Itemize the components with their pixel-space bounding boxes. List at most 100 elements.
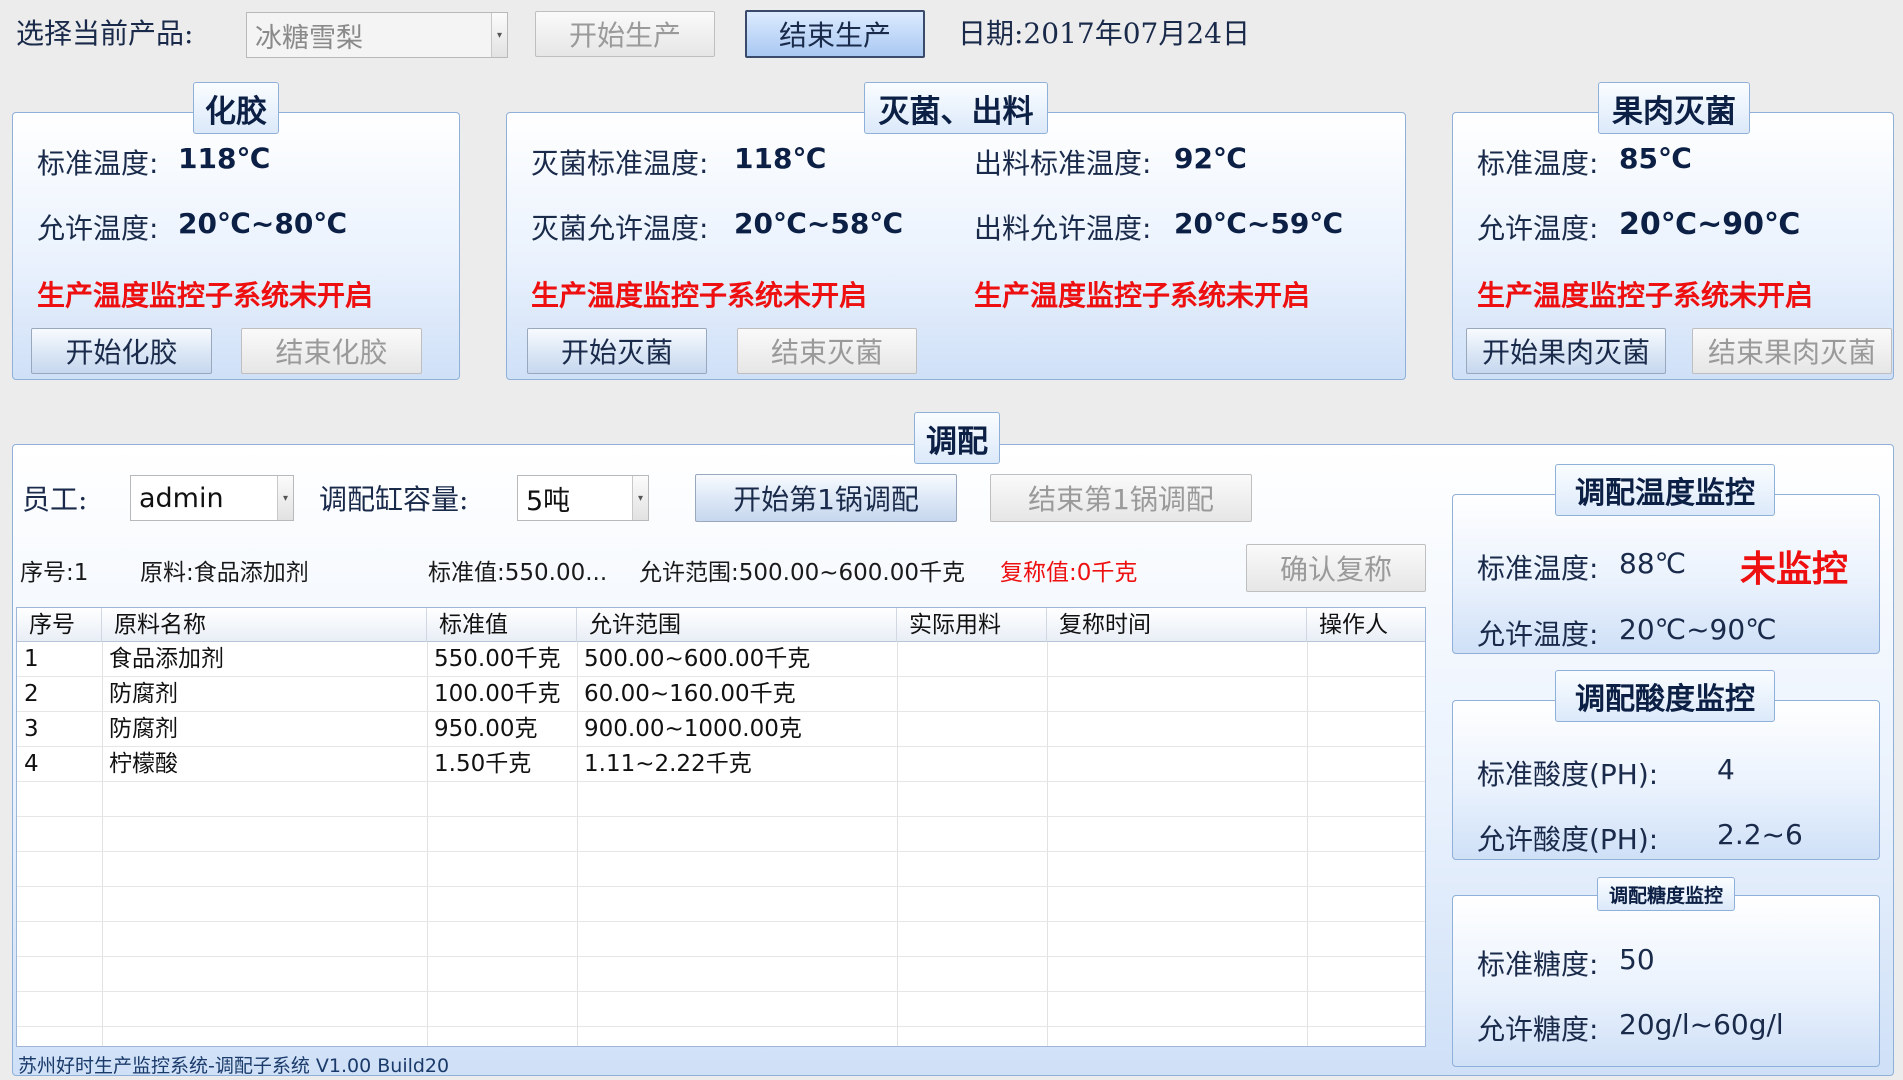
sterilize-allow-temp-label: 灭菌允许温度: xyxy=(531,212,709,245)
current-seq: 序号:1 xyxy=(20,560,89,586)
product-select[interactable]: 冰糖雪梨 ▾ xyxy=(246,12,508,58)
sterilize-allow-temp-value: 20℃~58℃ xyxy=(734,207,904,240)
table-header: 序号 原料名称 标准值 允许范围 实际用料 复称时间 操作人 xyxy=(17,608,1425,642)
table-row-empty xyxy=(17,782,1425,817)
material-table: 序号 原料名称 标准值 允许范围 实际用料 复称时间 操作人 1 食品添加剂 5… xyxy=(16,607,1426,1047)
chevron-down-icon[interactable]: ▾ xyxy=(632,476,648,520)
product-label: 选择当前产品: xyxy=(16,17,194,50)
std-acidity-label: 标准酸度(PH): xyxy=(1477,758,1659,791)
end-pulp-sterilize-button[interactable]: 结束果肉灭菌 xyxy=(1692,328,1892,374)
std-sugar-label: 标准糖度: xyxy=(1477,948,1599,981)
dissolve-allow-temp-label: 允许温度: xyxy=(37,212,159,245)
chevron-down-icon[interactable]: ▾ xyxy=(491,13,507,57)
pulp-allow-temp-label: 允许温度: xyxy=(1477,212,1599,245)
temp-monitor-title: 调配温度监控 xyxy=(1555,464,1775,516)
end-dissolve-button[interactable]: 结束化胶 xyxy=(241,328,422,374)
column-header-seq[interactable]: 序号 xyxy=(17,608,102,642)
output-std-temp-value: 92℃ xyxy=(1174,142,1247,175)
pulp-std-temp-label: 标准温度: xyxy=(1477,147,1599,180)
table-row-empty xyxy=(17,887,1425,922)
current-std-value: 标准值:550.00... xyxy=(428,560,608,586)
table-row[interactable]: 1 食品添加剂 550.00千克 500.00~600.00千克 xyxy=(17,642,1425,677)
confirm-recheck-button[interactable]: 确认复称 xyxy=(1246,544,1426,592)
column-header-range[interactable]: 允许范围 xyxy=(577,608,897,642)
pulp-allow-temp-value: 20℃~90℃ xyxy=(1619,207,1801,242)
staff-select[interactable]: admin ▾ xyxy=(130,475,294,521)
cell-seq: 4 xyxy=(24,751,39,777)
product-select-value: 冰糖雪梨 xyxy=(255,22,363,54)
allow-sugar-value: 20g/l~60g/l xyxy=(1619,1008,1784,1041)
capacity-select-value: 5吨 xyxy=(526,485,571,517)
cell-seq: 1 xyxy=(24,646,39,672)
cell-range: 500.00~600.00千克 xyxy=(584,646,811,672)
allow-sugar-label: 允许糖度: xyxy=(1477,1013,1599,1046)
allow-acidity-label: 允许酸度(PH): xyxy=(1477,823,1659,856)
capacity-select[interactable]: 5吨 ▾ xyxy=(517,475,649,521)
column-header-recheck-time[interactable]: 复称时间 xyxy=(1047,608,1307,642)
cell-material: 柠檬酸 xyxy=(109,751,178,777)
column-header-std-value[interactable]: 标准值 xyxy=(427,608,577,642)
dissolve-allow-temp-value: 20℃~80℃ xyxy=(178,207,348,240)
table-row-empty xyxy=(17,957,1425,992)
table-row[interactable]: 2 防腐剂 100.00千克 60.00~160.00千克 xyxy=(17,677,1425,712)
pulp-warning: 生产温度监控子系统未开启 xyxy=(1477,279,1814,312)
mix-std-temp-label: 标准温度: xyxy=(1477,552,1599,585)
std-acidity-value: 4 xyxy=(1717,753,1735,786)
dissolve-warning: 生产温度监控子系统未开启 xyxy=(37,279,374,312)
staff-label: 员工: xyxy=(22,483,88,516)
table-row[interactable]: 4 柠檬酸 1.50千克 1.11~2.22千克 xyxy=(17,747,1425,782)
output-std-temp-label: 出料标准温度: xyxy=(974,147,1152,180)
cell-std-value: 1.50千克 xyxy=(434,751,532,777)
mixing-title: 调配 xyxy=(914,412,1000,464)
current-allowed-range: 允许范围:500.00~600.00千克 xyxy=(639,560,965,586)
std-sugar-value: 50 xyxy=(1619,943,1655,976)
end-sterilize-button[interactable]: 结束灭菌 xyxy=(737,328,917,374)
sterilize-std-temp-value: 118℃ xyxy=(734,142,827,175)
acid-monitor-title: 调配酸度监控 xyxy=(1555,670,1775,722)
dissolve-std-temp-value: 118℃ xyxy=(178,142,271,175)
allow-acidity-value: 2.2~6 xyxy=(1717,818,1803,851)
end-production-button[interactable]: 结束生产 xyxy=(745,10,925,58)
date-label: 日期:2017年07月24日 xyxy=(958,17,1250,50)
start-batch-button[interactable]: 开始第1锅调配 xyxy=(695,474,957,522)
sterilize-std-temp-label: 灭菌标准温度: xyxy=(531,147,709,180)
table-row-empty xyxy=(17,992,1425,1027)
cell-range: 60.00~160.00千克 xyxy=(584,681,796,707)
pulp-std-temp-value: 85℃ xyxy=(1619,142,1692,175)
dissolve-title: 化胶 xyxy=(193,82,279,134)
status-bar: 苏州好时生产监控系统-调配子系统 V1.00 Build20 xyxy=(18,1055,450,1077)
end-batch-button[interactable]: 结束第1锅调配 xyxy=(990,474,1252,522)
dissolve-std-temp-label: 标准温度: xyxy=(37,147,159,180)
start-dissolve-button[interactable]: 开始化胶 xyxy=(31,328,212,374)
recheck-value: 复称值:0千克 xyxy=(1000,560,1138,586)
cell-std-value: 550.00千克 xyxy=(434,646,561,672)
start-production-button[interactable]: 开始生产 xyxy=(535,11,715,57)
output-allow-temp-label: 出料允许温度: xyxy=(974,212,1152,245)
table-body: 1 食品添加剂 550.00千克 500.00~600.00千克 2 防腐剂 1… xyxy=(17,642,1425,1027)
start-sterilize-button[interactable]: 开始灭菌 xyxy=(527,328,707,374)
table-row-empty xyxy=(17,922,1425,957)
staff-select-value: admin xyxy=(139,482,224,514)
mix-std-temp-value: 88℃ xyxy=(1619,547,1687,580)
pulp-sterilize-title: 果肉灭菌 xyxy=(1598,82,1750,134)
mix-allow-temp-value: 20℃~90℃ xyxy=(1619,613,1777,646)
mix-allow-temp-label: 允许温度: xyxy=(1477,618,1599,651)
output-warning: 生产温度监控子系统未开启 xyxy=(974,279,1311,312)
table-row-empty xyxy=(17,817,1425,852)
column-header-actual[interactable]: 实际用料 xyxy=(897,608,1047,642)
table-row[interactable]: 3 防腐剂 950.00克 900.00~1000.00克 xyxy=(17,712,1425,747)
chevron-down-icon[interactable]: ▾ xyxy=(277,476,293,520)
cell-range: 900.00~1000.00克 xyxy=(584,716,802,742)
start-pulp-sterilize-button[interactable]: 开始果肉灭菌 xyxy=(1466,328,1666,374)
sugar-monitor-title: 调配糖度监控 xyxy=(1597,877,1735,911)
column-header-material[interactable]: 原料名称 xyxy=(102,608,427,642)
temp-monitor-status: 未监控 xyxy=(1740,549,1849,590)
cell-material: 防腐剂 xyxy=(109,681,178,707)
table-row-empty xyxy=(17,852,1425,887)
sterilize-warning: 生产温度监控子系统未开启 xyxy=(531,279,868,312)
cell-std-value: 950.00克 xyxy=(434,716,538,742)
column-header-operator[interactable]: 操作人 xyxy=(1307,608,1425,642)
capacity-label: 调配缸容量: xyxy=(319,483,469,516)
cell-seq: 2 xyxy=(24,681,39,707)
cell-range: 1.11~2.22千克 xyxy=(584,751,752,777)
